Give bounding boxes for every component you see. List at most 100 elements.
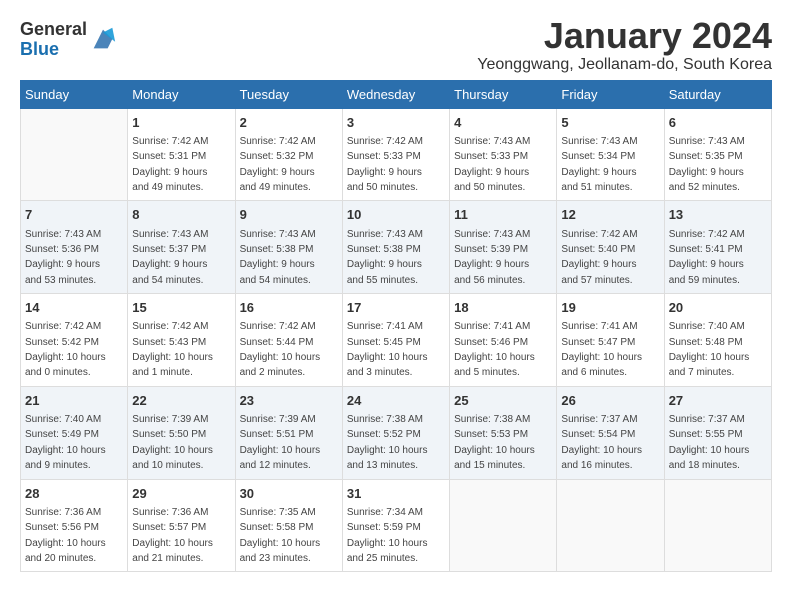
day-number: 10 <box>347 206 445 224</box>
day-info: Sunrise: 7:43 AM Sunset: 5:34 PM Dayligh… <box>561 136 637 193</box>
logo: General Blue <box>20 20 117 60</box>
day-number: 3 <box>347 114 445 132</box>
day-info: Sunrise: 7:42 AM Sunset: 5:43 PM Dayligh… <box>132 321 213 378</box>
header-day-thursday: Thursday <box>450 80 557 108</box>
calendar-cell: 28Sunrise: 7:36 AM Sunset: 5:56 PM Dayli… <box>21 479 128 572</box>
day-number: 26 <box>561 392 659 410</box>
day-number: 31 <box>347 485 445 503</box>
day-info: Sunrise: 7:41 AM Sunset: 5:46 PM Dayligh… <box>454 321 535 378</box>
header-row: SundayMondayTuesdayWednesdayThursdayFrid… <box>21 80 772 108</box>
day-info: Sunrise: 7:37 AM Sunset: 5:55 PM Dayligh… <box>669 414 750 471</box>
day-number: 17 <box>347 299 445 317</box>
header-day-tuesday: Tuesday <box>235 80 342 108</box>
day-number: 9 <box>240 206 338 224</box>
calendar-header: SundayMondayTuesdayWednesdayThursdayFrid… <box>21 80 772 108</box>
day-number: 6 <box>669 114 767 132</box>
calendar-cell: 10 Sunrise: 7:43 AM Sunset: 5:38 PM Dayli… <box>342 201 449 294</box>
week-row-1: 1 Sunrise: 7:42 AM Sunset: 5:31 PM Daylig… <box>21 108 772 201</box>
calendar-cell: 25Sunrise: 7:38 AM Sunset: 5:53 PM Dayli… <box>450 386 557 479</box>
header-day-sunday: Sunday <box>21 80 128 108</box>
page: General Blue January 2024 Yeonggwang, Je… <box>0 0 792 582</box>
day-info: Sunrise: 7:37 AM Sunset: 5:54 PM Dayligh… <box>561 414 642 471</box>
day-number: 18 <box>454 299 552 317</box>
day-number: 27 <box>669 392 767 410</box>
day-info: Sunrise: 7:42 AM Sunset: 5:44 PM Dayligh… <box>240 321 321 378</box>
calendar-cell: 9 Sunrise: 7:43 AM Sunset: 5:38 PM Daylig… <box>235 201 342 294</box>
calendar-table: SundayMondayTuesdayWednesdayThursdayFrid… <box>20 80 772 573</box>
day-number: 20 <box>669 299 767 317</box>
day-info: Sunrise: 7:39 AM Sunset: 5:50 PM Dayligh… <box>132 414 213 471</box>
day-info: Sunrise: 7:42 AM Sunset: 5:33 PM Dayligh… <box>347 136 423 193</box>
calendar-cell: 21 Sunrise: 7:40 AM Sunset: 5:49 PM Dayli… <box>21 386 128 479</box>
header-day-monday: Monday <box>128 80 235 108</box>
subtitle: Yeonggwang, Jeollanam-do, South Korea <box>477 56 772 74</box>
day-number: 14 <box>25 299 123 317</box>
day-number: 2 <box>240 114 338 132</box>
calendar-cell: 3 Sunrise: 7:42 AM Sunset: 5:33 PM Daylig… <box>342 108 449 201</box>
day-info: Sunrise: 7:43 AM Sunset: 5:36 PM Dayligh… <box>25 229 101 286</box>
calendar-cell: 29Sunrise: 7:36 AM Sunset: 5:57 PM Dayli… <box>128 479 235 572</box>
calendar-cell: 27 Sunrise: 7:37 AM Sunset: 5:55 PM Dayli… <box>664 386 771 479</box>
day-info: Sunrise: 7:35 AM Sunset: 5:58 PM Dayligh… <box>240 507 321 564</box>
day-info: Sunrise: 7:40 AM Sunset: 5:49 PM Dayligh… <box>25 414 106 471</box>
week-row-2: 7 Sunrise: 7:43 AM Sunset: 5:36 PM Daylig… <box>21 201 772 294</box>
calendar-body: 1 Sunrise: 7:42 AM Sunset: 5:31 PM Daylig… <box>21 108 772 572</box>
day-number: 15 <box>132 299 230 317</box>
calendar-cell <box>21 108 128 201</box>
header-day-wednesday: Wednesday <box>342 80 449 108</box>
day-number: 1 <box>132 114 230 132</box>
day-info: Sunrise: 7:42 AM Sunset: 5:41 PM Dayligh… <box>669 229 745 286</box>
day-number: 11 <box>454 206 552 224</box>
calendar-cell: 12Sunrise: 7:42 AM Sunset: 5:40 PM Dayli… <box>557 201 664 294</box>
week-row-5: 28Sunrise: 7:36 AM Sunset: 5:56 PM Dayli… <box>21 479 772 572</box>
day-number: 22 <box>132 392 230 410</box>
header-day-friday: Friday <box>557 80 664 108</box>
day-number: 16 <box>240 299 338 317</box>
day-info: Sunrise: 7:43 AM Sunset: 5:38 PM Dayligh… <box>240 229 316 286</box>
day-number: 19 <box>561 299 659 317</box>
calendar-cell: 16 Sunrise: 7:42 AM Sunset: 5:44 PM Dayli… <box>235 294 342 387</box>
calendar-cell: 31 Sunrise: 7:34 AM Sunset: 5:59 PM Dayli… <box>342 479 449 572</box>
month-title: January 2024 <box>477 16 772 56</box>
day-number: 4 <box>454 114 552 132</box>
day-info: Sunrise: 7:42 AM Sunset: 5:31 PM Dayligh… <box>132 136 208 193</box>
calendar-cell: 1 Sunrise: 7:42 AM Sunset: 5:31 PM Daylig… <box>128 108 235 201</box>
day-info: Sunrise: 7:39 AM Sunset: 5:51 PM Dayligh… <box>240 414 321 471</box>
day-number: 23 <box>240 392 338 410</box>
day-number: 13 <box>669 206 767 224</box>
day-info: Sunrise: 7:42 AM Sunset: 5:42 PM Dayligh… <box>25 321 106 378</box>
logo-blue-text: Blue <box>20 40 87 60</box>
calendar-cell: 13 Sunrise: 7:42 AM Sunset: 5:41 PM Dayli… <box>664 201 771 294</box>
day-info: Sunrise: 7:42 AM Sunset: 5:40 PM Dayligh… <box>561 229 637 286</box>
day-info: Sunrise: 7:43 AM Sunset: 5:33 PM Dayligh… <box>454 136 530 193</box>
calendar-cell: 2Sunrise: 7:42 AM Sunset: 5:32 PM Daylig… <box>235 108 342 201</box>
day-info: Sunrise: 7:34 AM Sunset: 5:59 PM Dayligh… <box>347 507 428 564</box>
calendar-cell: 14 Sunrise: 7:42 AM Sunset: 5:42 PM Dayli… <box>21 294 128 387</box>
calendar-cell: 20 Sunrise: 7:40 AM Sunset: 5:48 PM Dayli… <box>664 294 771 387</box>
calendar-cell: 24Sunrise: 7:38 AM Sunset: 5:52 PM Dayli… <box>342 386 449 479</box>
day-info: Sunrise: 7:41 AM Sunset: 5:45 PM Dayligh… <box>347 321 428 378</box>
calendar-cell: 5Sunrise: 7:43 AM Sunset: 5:34 PM Daylig… <box>557 108 664 201</box>
header: General Blue January 2024 Yeonggwang, Je… <box>20 16 772 74</box>
calendar-cell: 6Sunrise: 7:43 AM Sunset: 5:35 PM Daylig… <box>664 108 771 201</box>
day-number: 21 <box>25 392 123 410</box>
logo-general-text: General <box>20 20 87 40</box>
day-info: Sunrise: 7:43 AM Sunset: 5:38 PM Dayligh… <box>347 229 423 286</box>
calendar-cell: 4 Sunrise: 7:43 AM Sunset: 5:33 PM Daylig… <box>450 108 557 201</box>
day-number: 29 <box>132 485 230 503</box>
day-number: 7 <box>25 206 123 224</box>
day-info: Sunrise: 7:43 AM Sunset: 5:39 PM Dayligh… <box>454 229 530 286</box>
day-info: Sunrise: 7:40 AM Sunset: 5:48 PM Dayligh… <box>669 321 750 378</box>
calendar-cell: 17 Sunrise: 7:41 AM Sunset: 5:45 PM Dayli… <box>342 294 449 387</box>
calendar-cell: 11 Sunrise: 7:43 AM Sunset: 5:39 PM Dayli… <box>450 201 557 294</box>
calendar-cell <box>664 479 771 572</box>
day-info: Sunrise: 7:43 AM Sunset: 5:37 PM Dayligh… <box>132 229 208 286</box>
calendar-cell: 23 Sunrise: 7:39 AM Sunset: 5:51 PM Dayli… <box>235 386 342 479</box>
logo-icon <box>89 25 117 53</box>
week-row-4: 21 Sunrise: 7:40 AM Sunset: 5:49 PM Dayli… <box>21 386 772 479</box>
header-day-saturday: Saturday <box>664 80 771 108</box>
day-number: 8 <box>132 206 230 224</box>
day-number: 30 <box>240 485 338 503</box>
title-block: January 2024 Yeonggwang, Jeollanam-do, S… <box>477 16 772 74</box>
day-number: 28 <box>25 485 123 503</box>
